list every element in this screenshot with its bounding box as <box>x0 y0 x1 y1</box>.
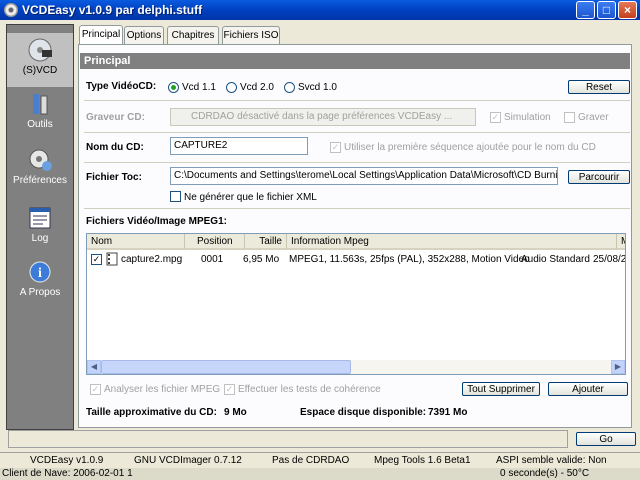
scroll-thumb[interactable] <box>101 360 351 374</box>
radio-vcd11-label: Vcd 1.1 <box>182 82 216 93</box>
graveur-label: Graveur CD: <box>86 112 145 123</box>
radio-svcd10[interactable] <box>284 82 295 93</box>
film-icon <box>106 252 118 266</box>
nom-cd-label: Nom du CD: <box>86 142 144 153</box>
sidebar-label: Log <box>31 233 49 244</box>
status-bar: VCDEasy v1.0.9 GNU VCDImager 0.7.12 Pas … <box>0 452 640 469</box>
browse-button[interactable]: Parcourir <box>568 170 630 184</box>
minimize-button[interactable]: _ <box>576 1 595 19</box>
scroll-right-icon[interactable]: ▶ <box>611 360 625 374</box>
sidebar-item-svcd[interactable]: (S)VCD <box>7 33 73 87</box>
divider <box>84 208 630 209</box>
column-header-m[interactable]: M <box>617 234 625 250</box>
tab-fichiers-iso[interactable]: Fichiers ISO <box>222 26 280 44</box>
graver-label: Graver <box>578 112 609 123</box>
window-title: VCDEasy v1.0.9 par delphi.stuff <box>22 3 203 17</box>
divider <box>84 100 630 101</box>
add-button[interactable]: Ajouter <box>548 382 628 396</box>
simulation-checkbox[interactable]: ✓ <box>490 112 501 123</box>
preferences-icon <box>29 149 52 171</box>
disk-space-value: 7391 Mo <box>428 407 468 418</box>
use-first-seq-checkbox[interactable]: ✓ <box>330 142 341 153</box>
disc-icon <box>28 38 52 62</box>
info-icon: i <box>29 261 51 283</box>
graveur-select[interactable]: CDRDAO désactivé dans la page préférence… <box>170 108 476 126</box>
sidebar-label: Préférences <box>13 175 67 186</box>
reset-button[interactable]: Reset <box>568 80 630 94</box>
divider <box>84 162 630 163</box>
use-first-seq-label: Utiliser la première séquence ajoutée po… <box>344 142 596 153</box>
status-vcdimager: GNU VCDImager 0.7.12 <box>134 455 242 466</box>
radio-vcd20[interactable] <box>226 82 237 93</box>
taskbar-text: Client de Nave: 2006-02-01 1 <box>2 468 133 479</box>
coherence-label: Effectuer les tests de cohérence <box>238 384 381 395</box>
horizontal-scrollbar[interactable]: ◀ ▶ <box>87 360 625 374</box>
analyze-label: Analyser les fichier MPEG <box>104 384 221 395</box>
tab-chapitres[interactable]: Chapitres <box>167 26 219 44</box>
fichier-toc-label: Fichier Toc: <box>86 172 142 183</box>
remove-all-button[interactable]: Tout Supprimer <box>462 382 540 396</box>
log-icon <box>29 207 51 229</box>
xml-only-label: Ne générer que le fichier XML <box>184 192 317 203</box>
status-cdrdao: Pas de CDRDAO <box>272 455 350 466</box>
close-button[interactable]: × <box>618 1 637 19</box>
radio-svcd10-label: Svcd 1.0 <box>298 82 337 93</box>
column-header-position[interactable]: Position <box>185 234 245 250</box>
progress-bar <box>8 430 568 448</box>
row-size: 6,95 Mo <box>243 254 280 265</box>
sidebar-label: (S)VCD <box>22 65 58 76</box>
tab-options[interactable]: Options <box>124 26 164 44</box>
taskbar: Client de Nave: 2006-02-01 1 0 seconde(s… <box>0 468 640 480</box>
sidebar-item-log[interactable]: Log <box>7 205 73 249</box>
files-label: Fichiers Vidéo/Image MPEG1: <box>86 216 227 227</box>
row-checkbox[interactable]: ✓ <box>91 254 102 265</box>
app-icon <box>4 3 18 17</box>
row-name: capture2.mpg <box>121 254 183 265</box>
analyze-checkbox[interactable]: ✓ <box>90 384 101 395</box>
divider <box>84 132 630 133</box>
xml-only-checkbox[interactable] <box>170 191 181 202</box>
row-audio: Audio Standard <box>521 254 590 265</box>
svg-text:i: i <box>38 266 42 281</box>
disk-space-label: Espace disque disponible: <box>300 407 427 418</box>
maximize-button[interactable]: □ <box>597 1 616 19</box>
simulation-label: Simulation <box>504 112 551 123</box>
sidebar-item-outils[interactable]: Outils <box>7 91 73 135</box>
file-list[interactable]: Nom Position Taille Information Mpeg M ✓… <box>86 233 626 375</box>
coherence-checkbox[interactable]: ✓ <box>224 384 235 395</box>
sidebar: (S)VCD Outils Préférences Log i A Propos <box>6 24 74 430</box>
sidebar-item-preferences[interactable]: Préférences <box>7 147 73 191</box>
status-version: VCDEasy v1.0.9 <box>30 455 104 466</box>
column-header-nom[interactable]: Nom <box>87 234 185 250</box>
status-mpegtools: Mpeg Tools 1.6 Beta1 <box>374 455 471 466</box>
row-date: 25/08/2 <box>593 254 626 265</box>
status-time: 0 seconde(s) - 50°C <box>500 468 590 479</box>
tools-icon <box>33 94 48 115</box>
fichier-toc-input[interactable]: C:\Documents and Settings\terome\Local S… <box>170 167 558 185</box>
radio-vcd11[interactable] <box>168 82 179 93</box>
column-header-taille[interactable]: Taille <box>245 234 287 250</box>
radio-vcd20-label: Vcd 2.0 <box>240 82 274 93</box>
nom-cd-input[interactable]: CAPTURE2 <box>170 137 308 155</box>
title-bar: VCDEasy v1.0.9 par delphi.stuff _ □ × <box>0 0 640 20</box>
tab-principal[interactable]: Principal <box>79 25 123 45</box>
sidebar-label: Outils <box>27 119 53 130</box>
type-video-label: Type VidéoCD: <box>86 81 157 92</box>
section-header: Principal <box>80 53 630 69</box>
graver-checkbox[interactable] <box>564 112 575 123</box>
column-header-info[interactable]: Information Mpeg <box>287 234 617 250</box>
size-value: 9 Mo <box>224 407 247 418</box>
sidebar-item-apropos[interactable]: i A Propos <box>7 259 73 303</box>
status-aspi: ASPI semble valide: Non <box>496 455 607 466</box>
row-info: MPEG1, 11.563s, 25fps (PAL), 352x288, Mo… <box>289 254 530 265</box>
go-button[interactable]: Go <box>576 432 636 446</box>
row-position: 0001 <box>201 254 224 265</box>
size-label: Taille approximative du CD: <box>86 407 217 418</box>
scroll-left-icon[interactable]: ◀ <box>87 360 101 374</box>
sidebar-label: A Propos <box>19 287 61 298</box>
